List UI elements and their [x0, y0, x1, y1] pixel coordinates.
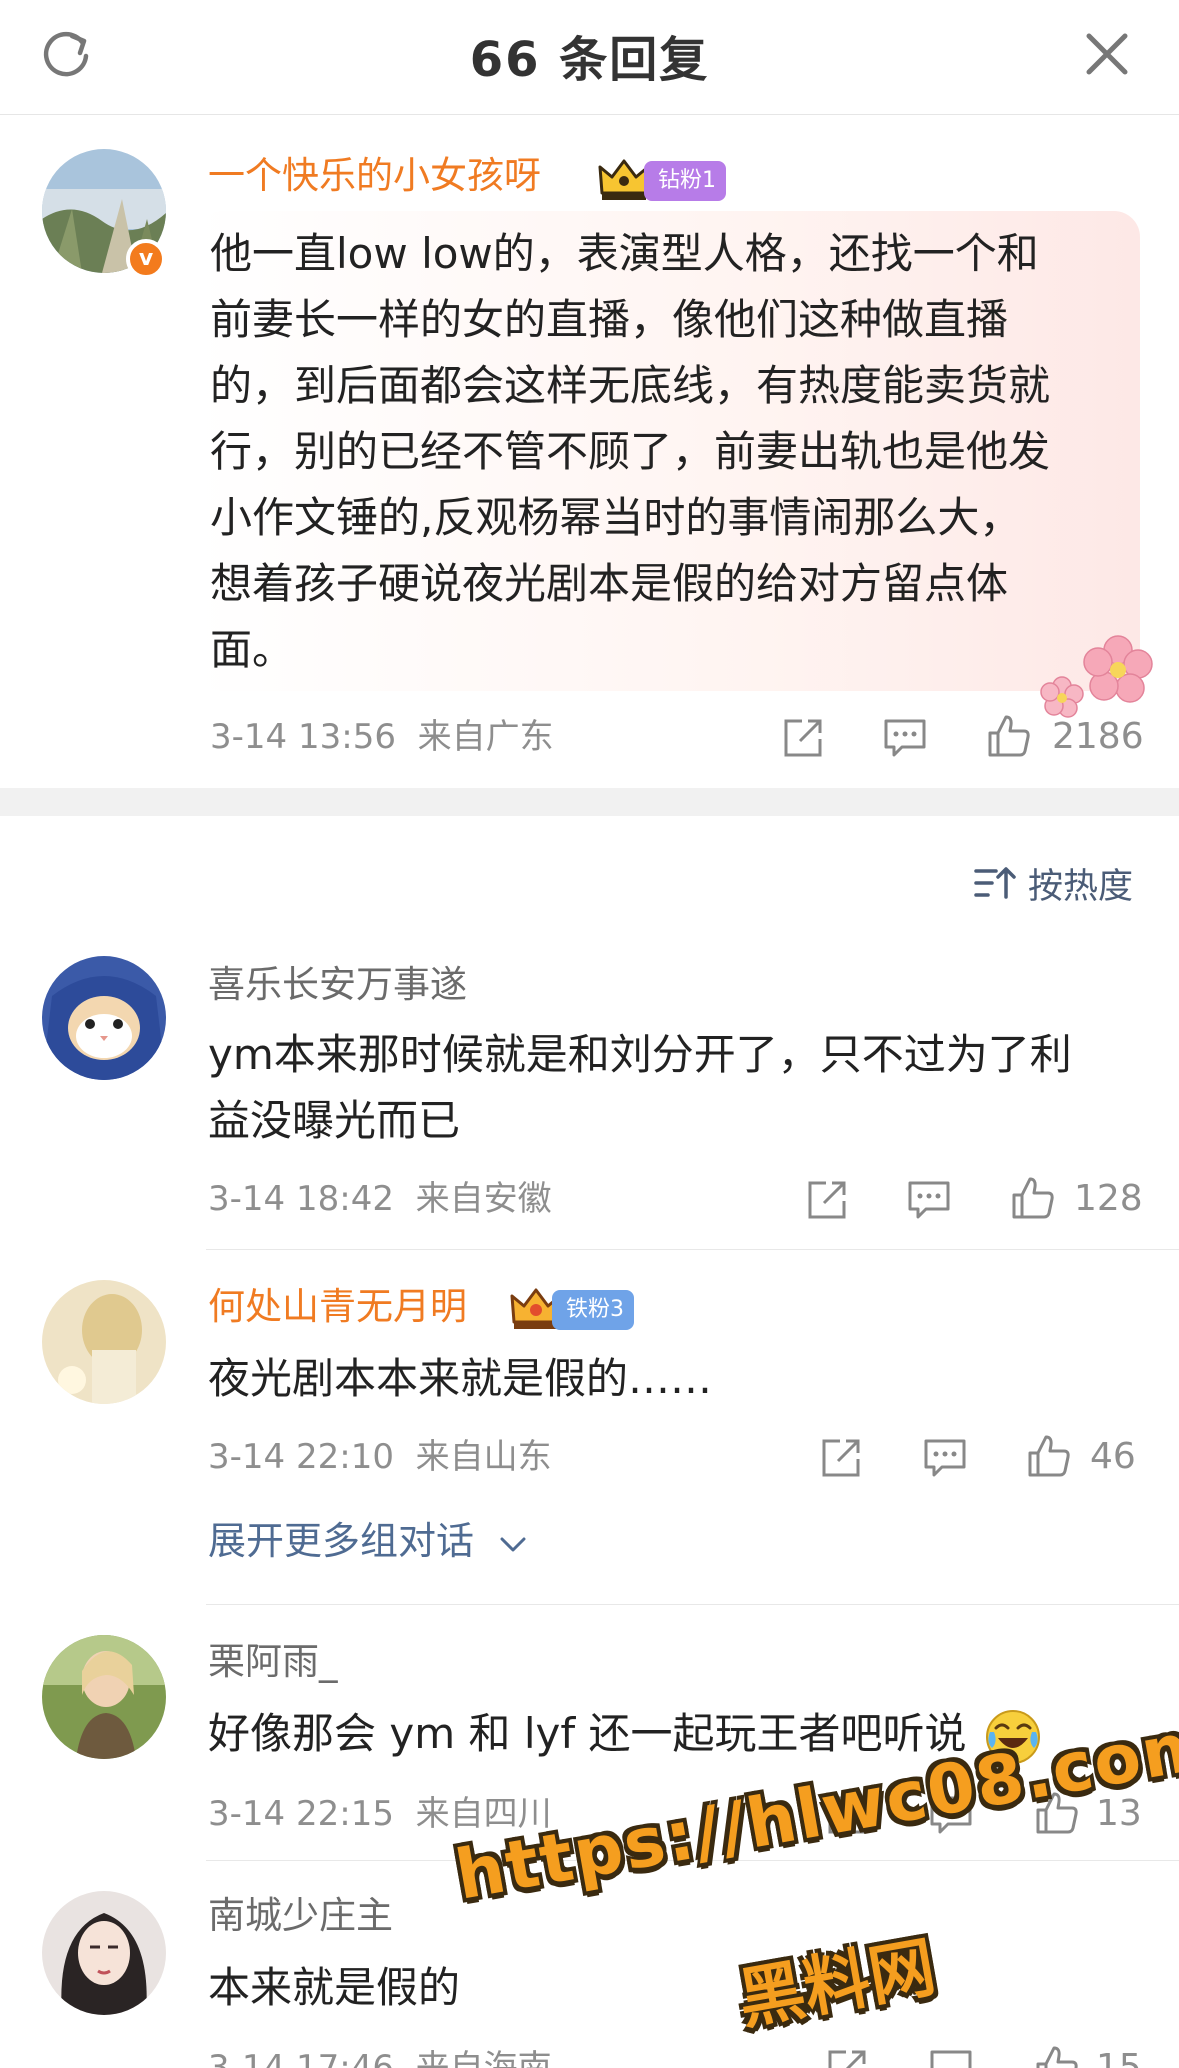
avatar[interactable] — [42, 956, 166, 1080]
comment-icon[interactable] — [928, 1792, 974, 1838]
reply-item: 栗阿雨_ 好像那会 ym 和 lyf 还一起玩王者吧听说 3-14 22:15 … — [0, 1605, 1179, 1861]
comment-text-line: 面。 — [210, 625, 295, 674]
comment-text-line: 行，别的已经不管不顾了，前妻出轨也是他发 — [210, 427, 1051, 476]
reply-time: 3-14 17:46 — [208, 2048, 394, 2068]
reply-meta: 3-14 17:46 来自海南 — [208, 2045, 552, 2068]
share-icon[interactable] — [804, 1177, 850, 1223]
sort-button[interactable]: 按热度 — [974, 858, 1133, 908]
share-icon[interactable] — [780, 715, 826, 761]
like-icon[interactable] — [1034, 1790, 1080, 1836]
username[interactable]: 南城少庄主 — [208, 1891, 393, 1941]
reply-text: 本来就是假的 — [208, 1955, 460, 2021]
like-icon[interactable] — [1026, 1433, 1072, 1479]
reply-text-line: 夜光剧本本来就是假的…… — [208, 1354, 713, 1403]
reply-item: 喜乐长安万事遂 ym本来那时候就是和刘分开了，只不过为了利 益没曝光而已 3-1… — [0, 930, 1179, 1250]
comment-icon[interactable] — [922, 1435, 968, 1481]
comment-time: 3-14 13:56 — [210, 717, 396, 757]
sort-label: 按热度 — [1027, 866, 1133, 907]
expand-label: 展开更多组对话 — [208, 1519, 475, 1563]
username[interactable]: 何处山青无月明 — [208, 1282, 467, 1332]
comment-icon[interactable] — [928, 2046, 974, 2068]
close-icon[interactable] — [1077, 24, 1137, 84]
reply-time: 3-14 18:42 — [208, 1179, 394, 1219]
reply-meta: 3-14 18:42 来自安徽 — [208, 1176, 552, 1222]
reply-text: 夜光剧本本来就是假的…… — [208, 1346, 712, 1412]
avatar[interactable] — [42, 1891, 166, 2015]
reply-time: 3-14 22:10 — [208, 1437, 394, 1477]
comment-text: 他一直low low的，表演型人格，还找一个和 前妻长一样的女的直播，像他们这种… — [210, 221, 1050, 683]
like-count: 2186 — [1052, 716, 1144, 757]
reply-location: 来自安徽 — [415, 1179, 552, 1219]
laugh-cry-emoji — [985, 1709, 1040, 1764]
reply-text-line: 好像那会 ym 和 lyf 还一起玩王者吧听说 — [208, 1709, 967, 1758]
reply-location: 来自山东 — [415, 1437, 552, 1477]
comment-text-line: 前妻长一样的女的直播，像他们这种做直播 — [210, 295, 1009, 344]
like-icon[interactable] — [986, 713, 1032, 759]
fan-badge-iron: 铁粉3 — [552, 1290, 634, 1330]
like-icon[interactable] — [1034, 2044, 1080, 2068]
comment-icon[interactable] — [882, 715, 928, 761]
like-count: 46 — [1090, 1436, 1136, 1477]
chevron-down-icon — [500, 1537, 526, 1551]
share-icon[interactable] — [818, 1435, 864, 1481]
comment-text-line: 想着孩子硬说夜光剧本是假的给对方留点体 — [210, 559, 1009, 608]
reply-location: 来自海南 — [415, 2048, 552, 2068]
main-comment: v 一个快乐的小女孩呀 钻粉1 他一直low low的，表演型人格，还找一个和 … — [0, 115, 1179, 787]
reply-header: 66 条回复 — [0, 0, 1179, 115]
sort-icon — [974, 867, 1016, 899]
reply-meta: 3-14 22:15 来自四川 — [208, 1791, 552, 1837]
comment-meta: 3-14 13:56 来自广东 — [210, 714, 554, 760]
like-count: 128 — [1074, 1178, 1143, 1219]
share-icon[interactable] — [824, 2046, 870, 2068]
reply-item: 南城少庄主 本来就是假的 3-14 17:46 来自海南 15 — [0, 1861, 1179, 2068]
username[interactable]: 喜乐长安万事遂 — [208, 960, 467, 1010]
expand-more-conversations[interactable]: 展开更多组对话 — [208, 1516, 528, 1566]
reply-text-line: 本来就是假的 — [208, 1963, 461, 2012]
reply-time: 3-14 22:15 — [208, 1794, 394, 1834]
share-icon[interactable] — [824, 1792, 870, 1838]
flower-decoration-icon — [1040, 635, 1153, 718]
reply-text-line: 益没曝光而已 — [208, 1096, 461, 1145]
page-title: 66 条回复 — [469, 32, 710, 88]
reply-item: 何处山青无月明 铁粉3 夜光剧本本来就是假的…… 3-14 22:10 来自山东… — [0, 1250, 1179, 1605]
fan-badge-diamond: 钻粉1 — [644, 161, 726, 201]
comment-text-line: 他一直low low的，表演型人格，还找一个和 — [210, 229, 1039, 278]
section-divider — [0, 788, 1179, 816]
comment-text-line: 小作文锤的,反观杨幂当时的事情闹那么大， — [210, 493, 1022, 542]
like-count: 13 — [1096, 1793, 1142, 1834]
username[interactable]: 一个快乐的小女孩呀 — [208, 151, 541, 201]
comment-location: 来自广东 — [417, 717, 554, 757]
reply-text: 好像那会 ym 和 lyf 还一起玩王者吧听说 — [208, 1701, 1042, 1767]
verified-icon: v — [126, 239, 166, 279]
comment-text-line: 的，到后面都会这样无底线，有热度能卖货就 — [210, 361, 1051, 410]
like-icon[interactable] — [1010, 1175, 1056, 1221]
reply-meta: 3-14 22:10 来自山东 — [208, 1434, 552, 1480]
avatar[interactable] — [42, 1280, 166, 1404]
username[interactable]: 栗阿雨_ — [208, 1637, 338, 1687]
reply-text: ym本来那时候就是和刘分开了，只不过为了利 益没曝光而已 — [208, 1022, 1072, 1154]
comment-icon[interactable] — [906, 1177, 952, 1223]
like-count: 15 — [1096, 2047, 1142, 2068]
reply-text-line: ym本来那时候就是和刘分开了，只不过为了利 — [208, 1030, 1072, 1079]
reply-location: 来自四川 — [415, 1794, 552, 1834]
avatar[interactable] — [42, 1635, 166, 1759]
